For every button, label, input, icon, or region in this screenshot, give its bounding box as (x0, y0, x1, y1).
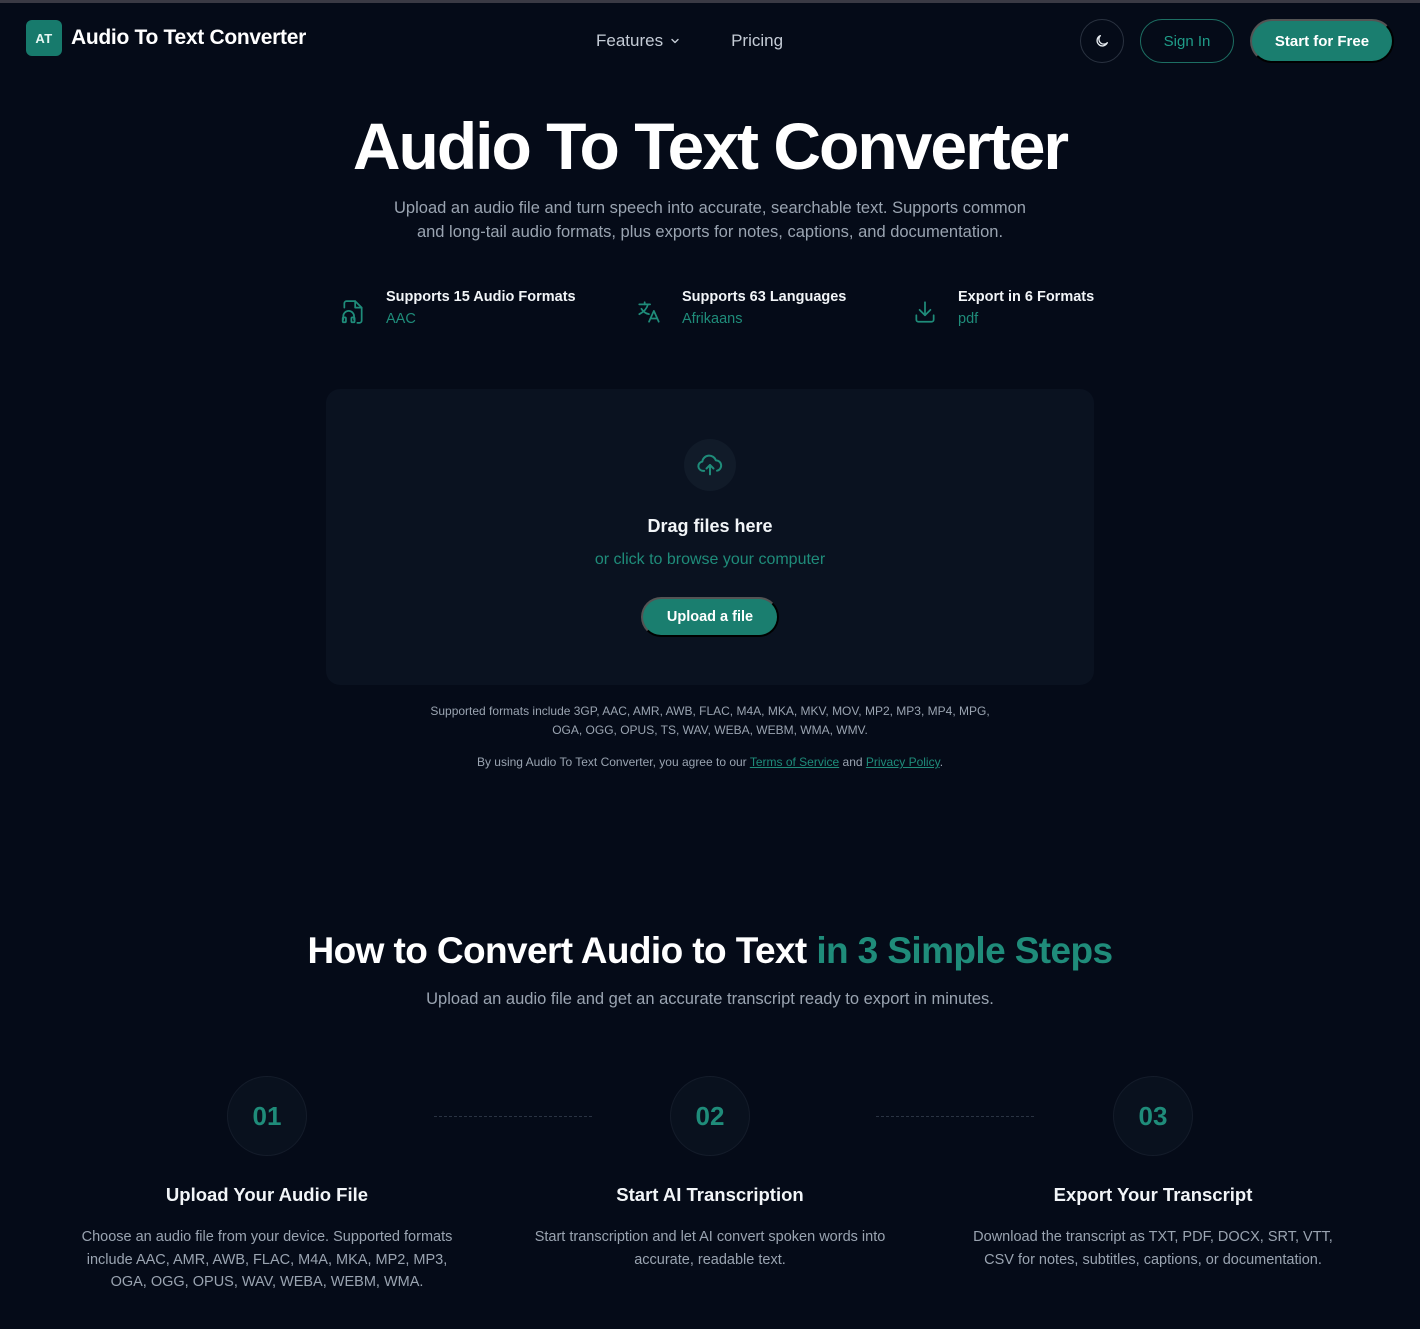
agreement-prefix: By using Audio To Text Converter, you ag… (476, 755, 747, 769)
logo[interactable]: AT Audio To Text Converter (26, 20, 306, 56)
translate-icon (638, 301, 660, 323)
supported-formats-note: Supported formats include 3GP, AAC, AMR,… (430, 704, 990, 737)
feature-title: Supports 63 Languages (682, 289, 847, 305)
upload-file-button[interactable]: Upload a file (641, 597, 779, 637)
step-2: 02 Start AI Transcription Start transcri… (510, 1076, 910, 1271)
step-1: 01 Upload Your Audio File Choose an audi… (67, 1076, 467, 1294)
site-header: AT Audio To Text Converter Features Pric… (0, 3, 1420, 79)
feature-export-formats: Export in 6 Formats pdf (912, 289, 1094, 327)
nav-features[interactable]: Features (596, 31, 681, 51)
feature-audio-formats: Supports 15 Audio Formats AAC (340, 289, 576, 327)
how-to-title-accent: in 3 Simple Steps (816, 930, 1113, 971)
feature-value[interactable]: pdf (958, 311, 1094, 327)
step-description: Start transcription and let AI convert s… (534, 1229, 886, 1268)
theme-toggle-button[interactable] (1080, 19, 1124, 63)
start-for-free-button[interactable]: Start for Free (1250, 19, 1394, 63)
how-to-subtitle: Upload an audio file and get an accurate… (426, 990, 994, 1008)
step-number: 03 (1113, 1076, 1193, 1156)
nav-pricing-label: Pricing (731, 31, 784, 50)
upload-icon-circle (684, 439, 736, 491)
agreement-note: By using Audio To Text Converter, you ag… (0, 755, 1420, 769)
terms-of-service-link[interactable]: Terms of Service (750, 755, 839, 769)
privacy-policy-link[interactable]: Privacy Policy (866, 755, 940, 769)
how-to-title: How to Convert Audio to Text in 3 Simple… (0, 930, 1420, 972)
browse-link[interactable]: or click to browse your computer (326, 551, 1094, 569)
moon-icon (1096, 35, 1108, 47)
nav-features-label: Features (596, 31, 664, 50)
logo-text: Audio To Text Converter (71, 26, 307, 49)
agreement-period: . (939, 755, 944, 769)
agreement-and: and (842, 755, 863, 769)
chevron-down-icon (671, 38, 679, 44)
step-title: Upload Your Audio File (165, 1184, 369, 1205)
step-description: Choose an audio file from your device. S… (81, 1229, 453, 1290)
cloud-upload-icon (697, 454, 723, 476)
audio-file-icon (341, 300, 363, 324)
hero-subtitle: Upload an audio file and turn speech int… (394, 199, 1026, 241)
feature-value[interactable]: AAC (386, 311, 576, 327)
hero-title: Audio To Text Converter (352, 109, 1069, 183)
nav-pricing[interactable]: Pricing (731, 31, 783, 51)
feature-title: Export in 6 Formats (958, 289, 1095, 305)
step-number: 01 (227, 1076, 307, 1156)
feature-value[interactable]: Afrikaans (682, 311, 846, 327)
download-icon (915, 301, 935, 323)
sign-in-button[interactable]: Sign In (1140, 19, 1234, 63)
step-title: Export Your Transcript (1053, 1184, 1253, 1205)
step-description: Download the transcript as TXT, PDF, DOC… (973, 1229, 1333, 1268)
upload-dropzone[interactable]: Drag files here or click to browse your … (326, 389, 1094, 685)
step-number: 02 (670, 1076, 750, 1156)
step-3: 03 Export Your Transcript Download the t… (953, 1076, 1353, 1271)
logo-badge: AT (26, 20, 62, 56)
feature-languages: Supports 63 Languages Afrikaans (636, 289, 846, 327)
feature-title: Supports 15 Audio Formats (386, 289, 576, 305)
upload-title: Drag files here (647, 516, 773, 536)
how-to-title-main: How to Convert Audio to Text (307, 930, 808, 971)
step-title: Start AI Transcription (616, 1184, 804, 1205)
main-nav: Features Pricing (596, 31, 783, 51)
